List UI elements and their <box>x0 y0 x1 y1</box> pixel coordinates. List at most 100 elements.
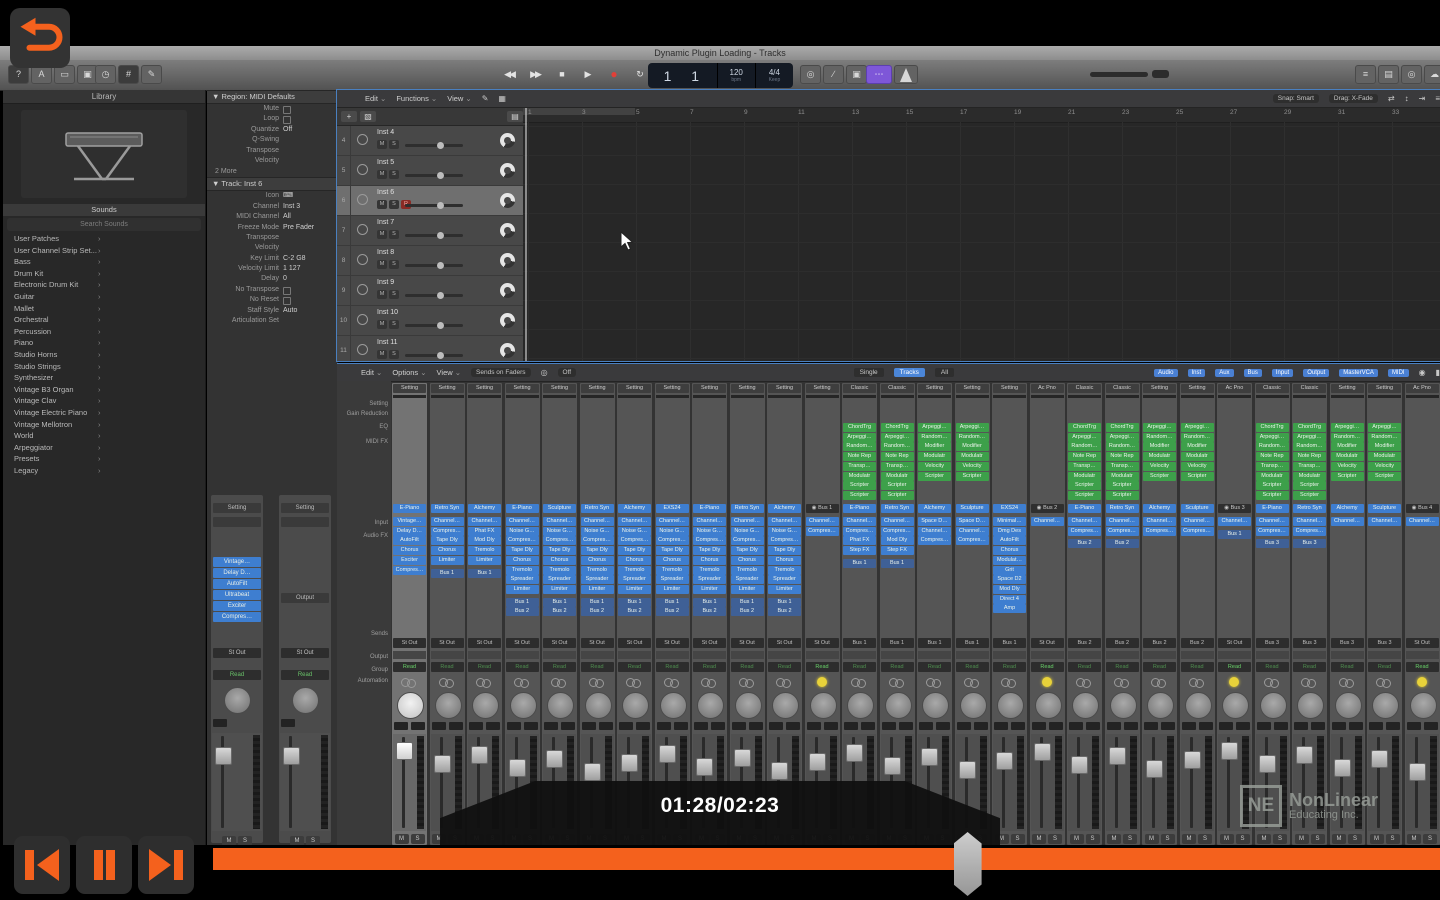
format-button[interactable] <box>589 678 598 687</box>
menu-item[interactable]: Edit <box>361 368 382 377</box>
control-bar-icon-button[interactable]: ∕ <box>823 65 844 84</box>
output-slot[interactable]: Bus 2 <box>1181 638 1214 648</box>
group-slot[interactable] <box>1293 651 1326 659</box>
cycle-region[interactable] <box>523 108 635 115</box>
output-slot[interactable]: St Out <box>1031 638 1064 648</box>
send-slot[interactable]: Bus 2 <box>693 607 726 616</box>
output-slot[interactable]: Bus 1 <box>993 638 1026 648</box>
track-volume-slider[interactable] <box>405 294 463 297</box>
volume-fader[interactable] <box>1109 747 1126 765</box>
midi-fx-slot[interactable]: Scripter <box>1106 481 1139 490</box>
inspector-row[interactable]: No Reset <box>207 295 337 305</box>
automation-mode-button[interactable]: Read <box>1256 662 1289 672</box>
group-slot[interactable] <box>1143 651 1176 659</box>
track-volume-slider[interactable] <box>405 324 463 327</box>
automation-mode-button[interactable]: Read <box>1368 662 1401 672</box>
output-slot[interactable]: Bus 2 <box>1143 638 1176 648</box>
format-button[interactable] <box>889 678 898 687</box>
mixer-channel-strip[interactable]: SettingEXS24Minimal…Dmg DesAutoFiltChoru… <box>992 383 1027 845</box>
midi-fx-slot[interactable]: Random… <box>1331 433 1364 442</box>
audio-fx-slot[interactable]: Noise G… <box>693 527 726 536</box>
toolbar-icon-button[interactable]: ✎ <box>141 65 162 84</box>
midi-fx-slot[interactable]: Random… <box>1293 442 1326 451</box>
pan-knob[interactable] <box>1297 692 1324 719</box>
audio-fx-slot[interactable]: Channel… <box>1218 517 1251 526</box>
audio-fx-slot[interactable]: Compres… <box>656 536 689 545</box>
audio-fx-slot[interactable]: Compres… <box>693 536 726 545</box>
solo-button[interactable]: S <box>1386 834 1400 844</box>
audio-fx-slot[interactable]: Compres… <box>1181 527 1214 536</box>
midi-fx-slot[interactable]: Arpeggi… <box>956 423 989 432</box>
track-header[interactable]: 9Inst 9MS <box>337 276 523 306</box>
audio-fx-slot[interactable]: Exciter <box>213 601 261 611</box>
inspector-row[interactable]: Key LimitC-2 G8 <box>207 254 337 264</box>
audio-fx-slot[interactable]: AutoFilt <box>993 536 1026 545</box>
pan-knob[interactable] <box>1035 692 1062 719</box>
audio-fx-slot[interactable]: Phat FX <box>468 527 501 536</box>
parameter-value[interactable]: Inst 3 <box>283 202 300 212</box>
midi-fx-slot[interactable]: ChordTrg <box>881 423 914 432</box>
audio-fx-slot[interactable]: Compres… <box>1068 527 1101 536</box>
midi-fx-slot[interactable]: Note Rep <box>1106 452 1139 461</box>
audio-fx-slot[interactable]: Compres… <box>506 536 539 545</box>
mixer-channel-strip[interactable]: SettingE-PianoChannel…Noise G…Compres…Ta… <box>692 383 727 845</box>
midi-fx-slot[interactable]: Arpeggi… <box>1293 433 1326 442</box>
parameter-checkbox[interactable] <box>283 116 291 124</box>
library-item[interactable]: Orchestral› <box>3 314 205 326</box>
track-header[interactable]: 10Inst 10MS <box>337 306 523 336</box>
audio-fx-slot[interactable]: Grit <box>993 566 1026 575</box>
mixer-channel-strip[interactable]: SettingArpeggi…Random…ModifierModulatrVe… <box>1330 383 1365 845</box>
pan-knob[interactable] <box>735 692 762 719</box>
volume-fader[interactable] <box>1146 760 1163 778</box>
audio-fx-slot[interactable]: Chorus <box>506 556 539 565</box>
audio-fx-slot[interactable]: Chorus <box>656 556 689 565</box>
format-indicator[interactable] <box>1229 677 1239 687</box>
pan-knob[interactable] <box>1072 692 1099 719</box>
format-indicator[interactable] <box>817 677 827 687</box>
audio-fx-slot[interactable]: Tape Dly <box>543 546 576 555</box>
master-volume-handle[interactable] <box>1152 70 1169 78</box>
audio-fx-slot[interactable]: Channel… <box>431 517 464 526</box>
track-volume-slider[interactable] <box>405 144 463 147</box>
volume-fader[interactable] <box>959 761 976 779</box>
audio-fx-slot[interactable]: Spreader <box>768 575 801 584</box>
midi-fx-slot[interactable]: Scripter <box>843 491 876 500</box>
audio-fx-slot[interactable]: Channel… <box>1106 517 1139 526</box>
audio-fx-slot[interactable]: Compres… <box>843 527 876 536</box>
midi-fx-slot[interactable]: Scripter <box>1106 491 1139 500</box>
audio-fx-slot[interactable]: Tape Dly <box>581 546 614 555</box>
audio-fx-slot[interactable]: Limiter <box>768 585 801 594</box>
audio-fx-slot[interactable]: Compres… <box>1293 527 1326 536</box>
channel-setting-button[interactable]: Setting <box>1331 384 1364 393</box>
audio-fx-slot[interactable]: Mod Dly <box>881 536 914 545</box>
group-slot[interactable] <box>993 651 1026 659</box>
send-slot[interactable]: Bus 1 <box>431 569 464 578</box>
channel-setting-button[interactable]: Setting <box>918 384 951 393</box>
channel-setting-button[interactable]: Classic <box>1293 384 1326 393</box>
midi-fx-slot[interactable]: Note Rep <box>843 452 876 461</box>
channel-setting-button[interactable]: Ac Pno <box>1406 384 1439 393</box>
menu-item[interactable]: View <box>437 368 462 377</box>
audio-fx-slot[interactable]: Spreader <box>506 575 539 584</box>
audio-fx-slot[interactable]: Channel… <box>656 517 689 526</box>
send-slot[interactable]: Bus 2 <box>543 607 576 616</box>
volume-fader[interactable] <box>621 754 638 772</box>
channel-setting-button[interactable]: Setting <box>1181 384 1214 393</box>
group-slot[interactable] <box>431 651 464 659</box>
library-item[interactable]: Guitar› <box>3 291 205 303</box>
audio-fx-slot[interactable]: Channel… <box>731 517 764 526</box>
mixer-channel-strip[interactable]: ClassicChordTrgArpeggi…Random…Note RepTr… <box>1105 383 1140 845</box>
library-item[interactable]: Synthesizer› <box>3 372 205 384</box>
input-slot[interactable]: E-Piano <box>506 504 539 513</box>
pan-knob[interactable] <box>772 692 799 719</box>
parameter-checkbox[interactable] <box>283 106 291 114</box>
format-indicator[interactable] <box>1417 677 1427 687</box>
audio-fx-slot[interactable]: Channel… <box>881 517 914 526</box>
inspector-row[interactable]: Velocity <box>207 156 337 166</box>
mixer-channel-strip[interactable]: SettingArpeggi…Random…ModifierModulatrVe… <box>1180 383 1215 845</box>
midi-fx-slot[interactable]: Transp… <box>881 462 914 471</box>
midi-fx-slot[interactable]: Modifier <box>956 442 989 451</box>
audio-fx-slot[interactable]: Minimal… <box>993 517 1026 526</box>
input-slot[interactable]: ◉ Bus 3 <box>1218 504 1251 513</box>
track-header[interactable]: 11Inst 11MS <box>337 336 523 361</box>
